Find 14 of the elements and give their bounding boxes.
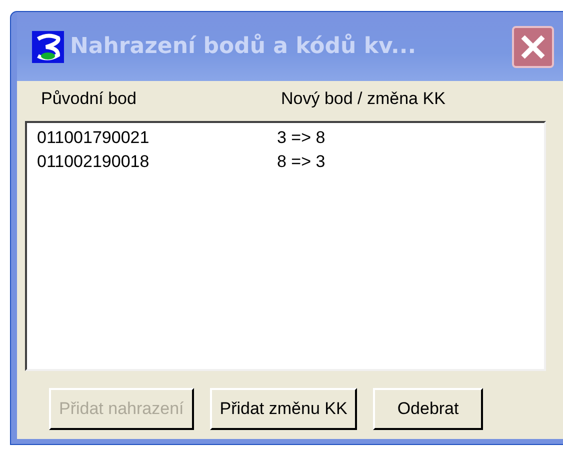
dialog-button[interactable]: Přidat změnu KK bbox=[210, 388, 358, 430]
list-row[interactable]: 011002190018 8 => 3 bbox=[37, 150, 544, 174]
column-header: Původní bod bbox=[40, 89, 138, 109]
list-cell-text: 011001790021 bbox=[37, 128, 150, 148]
column-header: Nový bod / změna KK bbox=[281, 89, 446, 109]
list-row[interactable]: 011001790021 3 => 8 bbox=[37, 126, 544, 150]
dialog-button[interactable]: Odebrat bbox=[373, 388, 483, 430]
app-icon bbox=[32, 30, 64, 62]
list-box[interactable]: 011001790021 3 => 8 011002190018 8 => 3 bbox=[25, 121, 546, 371]
list-cell: 8 => 3 bbox=[277, 152, 326, 172]
window-title: Nahrazení bodů a kódů kv... bbox=[70, 34, 416, 59]
list-cell-text: 011002190018 bbox=[37, 152, 150, 172]
list-cell: 3 => 8 bbox=[277, 128, 326, 148]
close-button[interactable] bbox=[512, 26, 554, 68]
